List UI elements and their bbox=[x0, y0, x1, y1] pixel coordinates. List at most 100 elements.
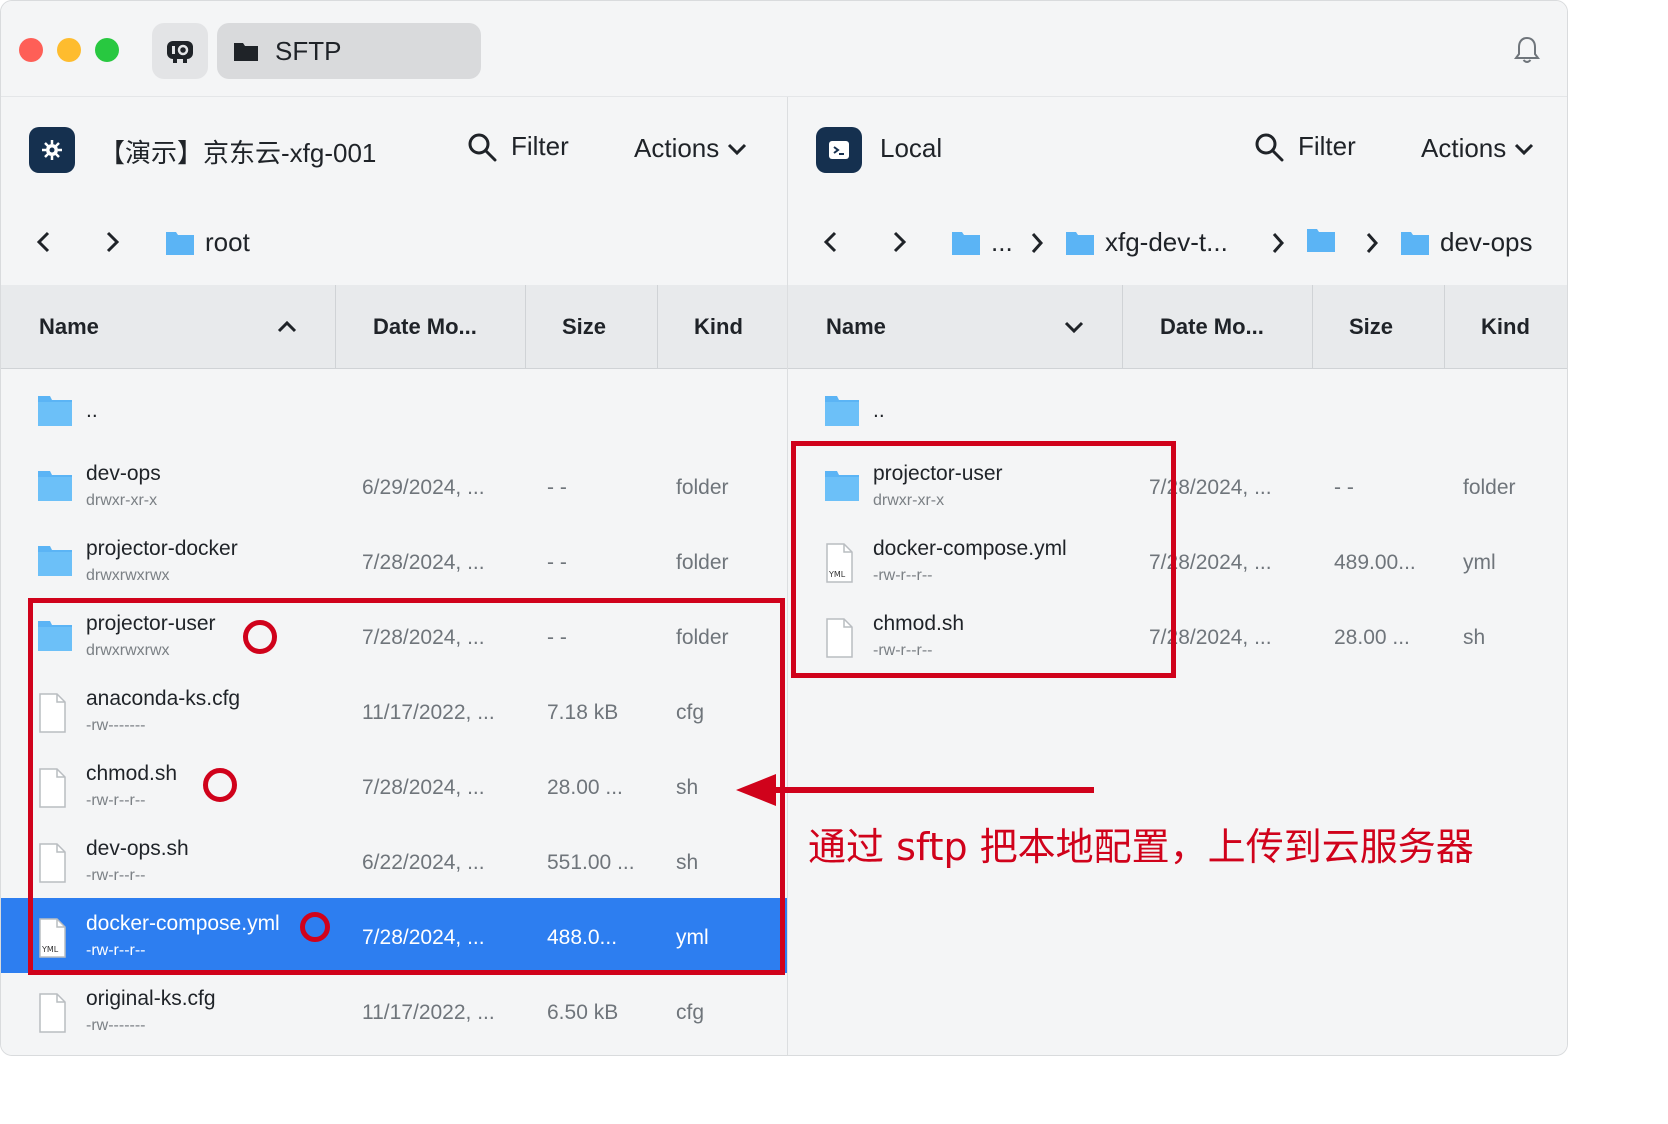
yml-file-icon: YML bbox=[826, 543, 853, 583]
chevron-down-icon bbox=[728, 143, 747, 155]
folder-icon bbox=[38, 621, 72, 651]
file-date: 7/28/2024, ... bbox=[1149, 551, 1272, 574]
chevron-right-icon bbox=[1031, 233, 1044, 253]
file-date: 6/22/2024, ... bbox=[362, 851, 485, 874]
table-row[interactable]: projector-user drwxr-xr-x 7/28/2024, ... - … bbox=[788, 448, 1567, 523]
table-row[interactable]: dev-ops drwxr-xr-x 6/29/2024, ... - - folder bbox=[1, 448, 787, 523]
table-row[interactable]: YML docker-compose.yml -rw-r--r-- 7/28/2024… bbox=[1, 898, 787, 973]
table-row[interactable]: .. bbox=[788, 373, 1567, 448]
column-date[interactable]: Date Mo... bbox=[1160, 285, 1264, 369]
table-row[interactable]: chmod.sh -rw-r--r-- 7/28/2024, ... 28.00 ..… bbox=[1, 748, 787, 823]
breadcrumb-item-3[interactable] bbox=[1306, 227, 1346, 253]
sftp-window: SFTP 【演示】京东云-xfg-001 Filter Actions root… bbox=[0, 0, 1568, 1056]
file-name: dev-ops.sh bbox=[86, 837, 189, 860]
search-icon bbox=[1255, 133, 1284, 161]
folder-icon bbox=[825, 396, 859, 426]
folder-icon bbox=[1307, 229, 1335, 252]
breadcrumb-root[interactable]: root bbox=[165, 227, 250, 258]
local-filter-label: Filter bbox=[1298, 131, 1356, 161]
folder-icon bbox=[825, 471, 859, 501]
sftp-tab-label: SFTP bbox=[275, 35, 342, 66]
breadcrumb-item-current[interactable]: dev-ops bbox=[1400, 227, 1533, 258]
file-kind: folder bbox=[676, 551, 729, 574]
remote-actions-menu[interactable]: Actions bbox=[634, 133, 747, 164]
file-name: chmod.sh bbox=[86, 762, 178, 785]
file-kind: sh bbox=[676, 776, 699, 799]
file-size: - - bbox=[547, 476, 567, 499]
file-name: docker-compose.yml bbox=[86, 912, 280, 935]
remote-host-name: 【演示】京东云-xfg-001 bbox=[99, 138, 377, 168]
upload-arrow bbox=[736, 774, 1094, 806]
notifications-bell-icon[interactable] bbox=[1513, 35, 1541, 70]
file-name: projector-user bbox=[86, 612, 216, 635]
folder-icon bbox=[38, 546, 72, 576]
local-filter-button[interactable]: Filter bbox=[1254, 131, 1356, 162]
table-row[interactable]: YML docker-compose.yml -rw-r--r-- 7/28/2024… bbox=[788, 523, 1567, 598]
breadcrumb-item-2[interactable]: xfg-dev-t... bbox=[1065, 227, 1228, 258]
marker-ring bbox=[300, 912, 330, 942]
file-name: projector-user bbox=[873, 462, 1003, 485]
local-panel: Local Filter Actions ... xfg-dev-t... de… bbox=[788, 97, 1567, 1055]
file-permissions: -rw-r--r-- bbox=[86, 942, 146, 959]
column-name[interactable]: Name bbox=[826, 285, 1096, 369]
local-actions-menu[interactable]: Actions bbox=[1421, 133, 1534, 164]
column-kind[interactable]: Kind bbox=[1481, 285, 1530, 369]
file-size: - - bbox=[547, 551, 567, 574]
svg-text:YML: YML bbox=[828, 570, 846, 579]
column-date-label: Date Mo... bbox=[1160, 314, 1264, 339]
folder-icon bbox=[234, 43, 258, 61]
folder-icon bbox=[166, 231, 194, 255]
app-logo-button[interactable] bbox=[152, 23, 208, 79]
zoom-window-button[interactable] bbox=[95, 38, 119, 62]
column-date[interactable]: Date Mo... bbox=[373, 285, 477, 369]
back-arrow-icon[interactable] bbox=[31, 229, 57, 255]
file-icon bbox=[39, 843, 66, 883]
minimize-window-button[interactable] bbox=[57, 38, 81, 62]
file-permissions: -rw------- bbox=[86, 1017, 146, 1034]
back-arrow-icon[interactable] bbox=[818, 229, 844, 255]
table-row[interactable]: projector-docker drwxrwxrwx 7/28/2024, ...… bbox=[1, 523, 787, 598]
table-row[interactable]: dev-ops.sh -rw-r--r-- 6/22/2024, ... 551.00… bbox=[1, 823, 787, 898]
table-row[interactable]: projector-user drwxrwxrwx 7/28/2024, ... - … bbox=[1, 598, 787, 673]
table-row[interactable]: anaconda-ks.cfg -rw------- 11/17/2022, ...… bbox=[1, 673, 787, 748]
remote-filter-button[interactable]: Filter bbox=[467, 131, 569, 162]
column-name-label: Name bbox=[39, 314, 99, 339]
file-permissions: -rw------- bbox=[86, 717, 146, 734]
file-date: 7/28/2024, ... bbox=[362, 551, 485, 574]
title-bar: SFTP bbox=[1, 1, 1567, 97]
close-window-button[interactable] bbox=[19, 38, 43, 62]
table-row[interactable]: .. bbox=[1, 373, 787, 448]
file-date: 7/28/2024, ... bbox=[362, 776, 485, 799]
file-name: dev-ops bbox=[86, 462, 161, 485]
table-row[interactable]: chmod.sh -rw-r--r-- 7/28/2024, ... 28.00 ..… bbox=[788, 598, 1567, 673]
file-permissions: -rw-r--r-- bbox=[86, 792, 146, 809]
sftp-tab[interactable]: SFTP bbox=[217, 23, 481, 79]
file-date: 11/17/2022, ... bbox=[362, 1001, 495, 1024]
file-permissions: drwxr-xr-x bbox=[873, 492, 945, 509]
file-size: 28.00 ... bbox=[547, 776, 623, 799]
column-size[interactable]: Size bbox=[1349, 285, 1393, 369]
column-kind-label: Kind bbox=[694, 314, 743, 339]
file-date: 6/29/2024, ... bbox=[362, 476, 485, 499]
file-kind: folder bbox=[676, 476, 729, 499]
file-date: 7/28/2024, ... bbox=[1149, 626, 1272, 649]
chevron-down-icon bbox=[1515, 143, 1534, 155]
breadcrumb-item-1[interactable]: ... bbox=[951, 227, 1013, 258]
column-name[interactable]: Name bbox=[39, 285, 309, 369]
forward-arrow-icon[interactable] bbox=[886, 229, 912, 255]
remote-panel-header: 【演示】京东云-xfg-001 Filter Actions bbox=[1, 97, 787, 201]
column-date-label: Date Mo... bbox=[373, 314, 477, 339]
chevron-up-icon bbox=[277, 320, 297, 333]
file-permissions: -rw-r--r-- bbox=[86, 867, 146, 884]
forward-arrow-icon[interactable] bbox=[99, 229, 125, 255]
remote-file-list: .. dev-ops drwxr-xr-x 6/29/2024, ... - - fold… bbox=[1, 369, 787, 1055]
file-kind: folder bbox=[1463, 476, 1516, 499]
remote-actions-label: Actions bbox=[634, 133, 720, 163]
file-permissions: drwxrwxrwx bbox=[86, 642, 170, 659]
file-kind: yml bbox=[676, 926, 709, 949]
svg-text:YML: YML bbox=[41, 945, 59, 954]
column-kind[interactable]: Kind bbox=[694, 285, 743, 369]
table-row[interactable]: original-ks.cfg -rw------- 11/17/2022, ...… bbox=[1, 973, 787, 1048]
breadcrumb-label: ... bbox=[991, 227, 1013, 257]
column-size[interactable]: Size bbox=[562, 285, 606, 369]
